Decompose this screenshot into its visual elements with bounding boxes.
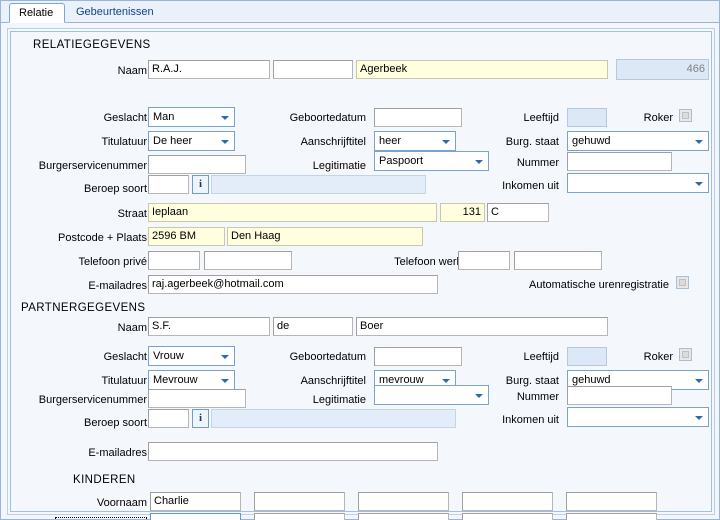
label-relatie-burg-staat: Burg. staat bbox=[505, 136, 559, 148]
label-relatie-geboortedatum: Geboortedatum bbox=[289, 112, 366, 124]
input-relatie-telefoon-prive-nummer[interactable] bbox=[204, 251, 292, 270]
label-relatie-naam: Naam bbox=[117, 65, 147, 77]
label-relatie-telefoon-werk: Telefoon werk bbox=[394, 256, 462, 268]
input-relatie-straat[interactable]: Ieplaan bbox=[148, 203, 437, 222]
input-relatie-postcode[interactable]: 2596 BM bbox=[148, 227, 225, 246]
select-relatie-titulatuur-value: De heer bbox=[153, 135, 193, 147]
label-relatie-telefoon-prive: Telefoon privé bbox=[78, 256, 148, 268]
label-relatie-titulatuur: Titulatuur bbox=[101, 136, 147, 148]
select-partner-inkomen-uit[interactable] bbox=[567, 407, 709, 427]
input-kind-geboortedatum-4[interactable] bbox=[462, 513, 553, 520]
input-relatie-telefoon-werk-net[interactable] bbox=[458, 251, 510, 270]
input-partner-beroep-code[interactable] bbox=[148, 409, 189, 428]
input-relatie-plaats[interactable]: Den Haag bbox=[227, 227, 423, 246]
input-relatie-huisnummer-toevoeging[interactable]: C bbox=[487, 203, 549, 222]
input-partner-emailadres[interactable] bbox=[148, 442, 438, 461]
select-partner-burg-staat-value: gehuwd bbox=[572, 374, 611, 386]
label-automatische-urenregistratie: Automatische urenregistratie bbox=[528, 279, 669, 291]
label-partner-beroep-soort: Beroep soort bbox=[84, 417, 147, 429]
label-relatie-emailadres: E-mailadres bbox=[88, 280, 147, 292]
label-partner-roker: Roker bbox=[643, 351, 673, 363]
chevron-down-icon bbox=[695, 182, 703, 186]
tab-relatie[interactable]: Relatie bbox=[9, 3, 65, 23]
select-relatie-burg-staat-value: gehuwd bbox=[572, 135, 611, 147]
field-partner-beroep-omschrijving bbox=[211, 409, 456, 428]
form-panel: RELATIEGEGEVENS Naam R.A.J. Agerbeek 466… bbox=[7, 28, 715, 520]
checkbox-partner-roker[interactable] bbox=[679, 348, 692, 361]
label-partner-geslacht: Geslacht bbox=[103, 351, 147, 363]
checkbox-automatische-urenregistratie[interactable] bbox=[676, 276, 689, 289]
input-kind-voornaam-5[interactable] bbox=[566, 492, 657, 511]
label-relatie-beroep-soort: Beroep soort bbox=[84, 183, 147, 195]
field-relatie-beroep-omschrijving bbox=[211, 175, 426, 194]
input-partner-voorletters[interactable]: S.F. bbox=[148, 317, 270, 336]
input-relatie-telefoon-prive-net[interactable] bbox=[148, 251, 200, 270]
label-partner-legitimatie: Legitimatie bbox=[312, 394, 366, 406]
input-relatie-telefoon-werk-nummer[interactable] bbox=[514, 251, 602, 270]
label-relatie-aanschrijftitel: Aanschrijftitel bbox=[300, 136, 366, 148]
tab-strip: Relatie Gebeurtenissen bbox=[1, 1, 719, 23]
select-relatie-legitimatie-value: Paspoort bbox=[379, 155, 424, 167]
input-kind-geboortedatum-5[interactable] bbox=[566, 513, 657, 520]
label-partner-nummer: Nummer bbox=[516, 391, 559, 403]
label-relatie-roker: Roker bbox=[643, 112, 673, 124]
chevron-down-icon bbox=[695, 379, 703, 383]
input-relatie-voorletters[interactable]: R.A.J. bbox=[148, 60, 270, 79]
field-partner-leeftijd bbox=[567, 347, 607, 366]
input-relatie-huisnummer[interactable]: 131 bbox=[440, 203, 485, 222]
form-panel-inner: RELATIEGEGEVENS Naam R.A.J. Agerbeek 466… bbox=[10, 31, 712, 520]
label-partner-titulatuur: Titulatuur bbox=[101, 375, 147, 387]
label-partner-geboortedatum: Geboortedatum bbox=[289, 351, 366, 363]
select-partner-titulatuur-value: Mevrouw bbox=[153, 374, 198, 386]
label-partner-emailadres: E-mailadres bbox=[88, 447, 147, 459]
label-relatie-geslacht: Geslacht bbox=[103, 112, 147, 124]
input-kind-geboortedatum-2[interactable] bbox=[254, 513, 345, 520]
input-kind-voornaam-4[interactable] bbox=[462, 492, 553, 511]
select-relatie-aanschrijftitel-value: heer bbox=[379, 135, 402, 147]
field-relatie-leeftijd bbox=[567, 108, 607, 127]
input-partner-tussenvoegsel[interactable]: de bbox=[273, 317, 353, 336]
select-relatie-burg-staat[interactable]: gehuwd bbox=[567, 131, 709, 151]
input-relatie-achternaam[interactable]: Agerbeek bbox=[356, 60, 608, 79]
label-relatie-leeftijd: Leeftijd bbox=[523, 112, 559, 124]
label-partner-aanschrijftitel: Aanschrijftitel bbox=[300, 375, 366, 387]
label-partner-leeftijd: Leeftijd bbox=[523, 351, 559, 363]
label-partner-naam: Naam bbox=[117, 322, 147, 334]
select-relatie-inkomen-uit[interactable] bbox=[567, 173, 709, 193]
checkbox-relatie-roker[interactable] bbox=[679, 109, 692, 122]
section-title-partnergegevens: PARTNERGEGEVENS bbox=[21, 302, 146, 314]
section-title-kinderen: KINDEREN bbox=[73, 474, 136, 486]
relation-form-window: Relatie Gebeurtenissen RELATIEGEGEVENS N… bbox=[0, 0, 720, 520]
label-relatie-legitimatie: Legitimatie bbox=[312, 160, 366, 172]
field-relatie-record-number: 466 bbox=[616, 59, 709, 80]
chevron-down-icon bbox=[695, 416, 703, 420]
info-icon-relatie-beroep[interactable]: i bbox=[192, 175, 209, 194]
input-kind-geboortedatum-3[interactable] bbox=[358, 513, 449, 520]
input-kind-voornaam-3[interactable] bbox=[358, 492, 449, 511]
label-relatie-nummer: Nummer bbox=[516, 157, 559, 169]
chevron-down-icon bbox=[695, 140, 703, 144]
label-relatie-bsn: Burgerservicenummer bbox=[38, 160, 147, 172]
label-relatie-inkomen-uit: Inkomen uit bbox=[502, 180, 559, 192]
select-relatie-geslacht-value: Man bbox=[153, 111, 175, 123]
select-partner-geslacht-value: Vrouw bbox=[153, 350, 184, 362]
input-kind-geboortedatum-1[interactable] bbox=[150, 513, 241, 520]
input-partner-achternaam[interactable]: Boer bbox=[356, 317, 608, 336]
input-relatie-nummer[interactable] bbox=[567, 152, 672, 171]
input-partner-nummer[interactable] bbox=[567, 386, 672, 405]
input-relatie-emailadres[interactable]: raj.agerbeek@hotmail.com bbox=[148, 275, 438, 294]
label-partner-bsn: Burgerservicenummer bbox=[38, 394, 147, 406]
label-relatie-straat: Straat bbox=[117, 208, 147, 220]
label-relatie-postcode-plaats: Postcode + Plaats bbox=[58, 232, 147, 244]
label-partner-inkomen-uit: Inkomen uit bbox=[502, 414, 559, 426]
input-relatie-beroep-code[interactable] bbox=[148, 175, 189, 194]
info-icon-partner-beroep[interactable]: i bbox=[192, 409, 209, 428]
section-title-relatiegegevens: RELATIEGEGEVENS bbox=[33, 39, 151, 51]
input-relatie-tussenvoegsel[interactable] bbox=[273, 60, 353, 79]
input-kind-voornaam-1[interactable]: Charlie bbox=[150, 492, 241, 511]
input-kind-voornaam-2[interactable] bbox=[254, 492, 345, 511]
tab-gebeurtenissen[interactable]: Gebeurtenissen bbox=[67, 3, 163, 23]
label-kinderen-voornaam: Voornaam bbox=[96, 497, 147, 509]
